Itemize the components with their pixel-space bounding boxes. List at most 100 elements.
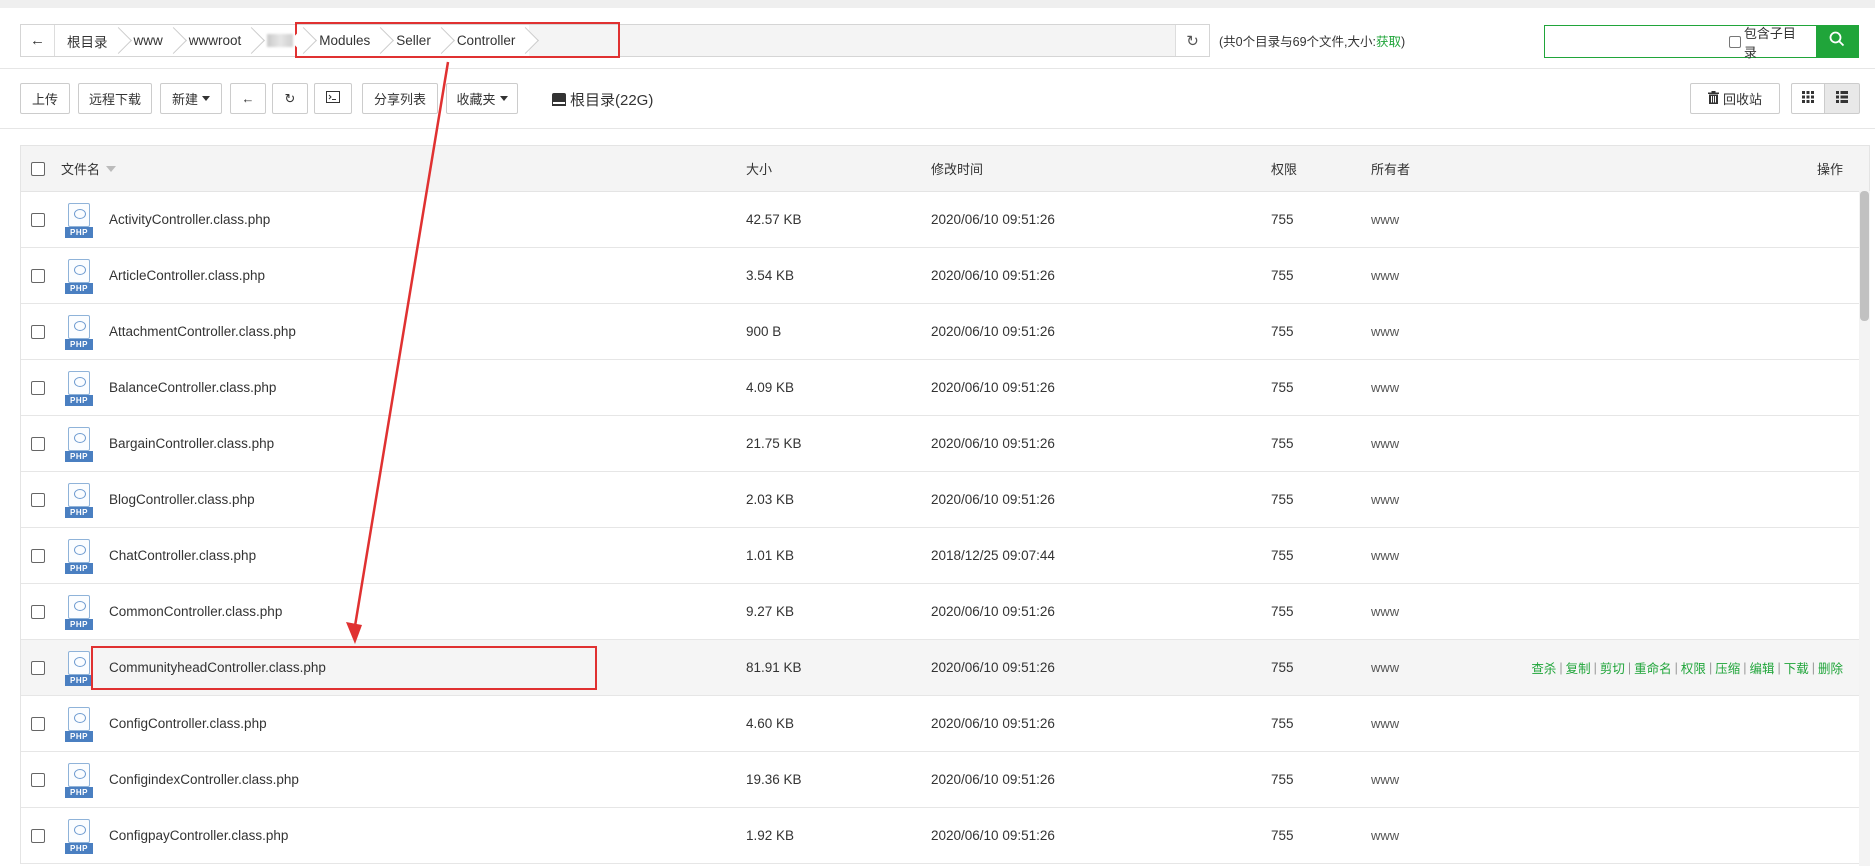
table-row[interactable]: PHP BargainController.class.php 21.75 KB 20… bbox=[21, 416, 1869, 472]
table-row[interactable]: PHP ConfigpayController.class.php 1.92 KB 2… bbox=[21, 808, 1869, 864]
file-name[interactable]: ConfigpayController.class.php bbox=[109, 808, 288, 863]
refresh-path-icon[interactable]: ↻ bbox=[1175, 25, 1209, 56]
file-modified-time: 2020/06/10 09:51:26 bbox=[931, 604, 1055, 619]
file-permission[interactable]: 755 bbox=[1271, 472, 1294, 527]
terminal-button[interactable] bbox=[314, 83, 352, 114]
file-permission[interactable]: 755 bbox=[1271, 248, 1294, 303]
row-checkbox[interactable] bbox=[31, 772, 45, 787]
file-permission[interactable]: 755 bbox=[1271, 360, 1294, 415]
grid-view-button[interactable] bbox=[1791, 83, 1825, 114]
file-owner: www bbox=[1371, 716, 1400, 731]
row-action-link[interactable]: 重命名 bbox=[1634, 658, 1672, 677]
table-row[interactable]: PHP AttachmentController.class.php 900 B 20… bbox=[21, 304, 1869, 360]
file-permission[interactable]: 755 bbox=[1271, 416, 1294, 471]
file-permission[interactable]: 755 bbox=[1271, 192, 1294, 247]
file-modified-time: 2020/06/10 09:51:26 bbox=[931, 380, 1055, 395]
back-arrow-icon[interactable]: ← bbox=[21, 25, 55, 56]
file-name[interactable]: CommonController.class.php bbox=[109, 584, 282, 639]
file-size: 4.09 KB bbox=[746, 380, 795, 395]
back-button[interactable]: ← bbox=[230, 83, 266, 114]
file-name[interactable]: BlogController.class.php bbox=[109, 472, 255, 527]
row-action-link[interactable]: 剪切 bbox=[1600, 658, 1625, 677]
file-owner: www bbox=[1371, 212, 1400, 227]
row-action-link[interactable]: 权限 bbox=[1681, 658, 1706, 677]
row-checkbox[interactable] bbox=[31, 436, 45, 451]
row-checkbox[interactable] bbox=[31, 828, 45, 843]
breadcrumb-item-wwwroot[interactable]: wwwroot bbox=[176, 25, 256, 56]
upload-button[interactable]: 上传 bbox=[20, 83, 70, 114]
header-permission[interactable]: 权限 bbox=[1271, 146, 1297, 191]
file-name[interactable]: ChatController.class.php bbox=[109, 528, 256, 583]
breadcrumb-item-root[interactable]: 根目录 bbox=[55, 25, 122, 56]
new-dropdown-button[interactable]: 新建 bbox=[160, 83, 222, 114]
row-action-link[interactable]: 删除 bbox=[1818, 658, 1843, 677]
address-input-area[interactable] bbox=[529, 25, 1175, 56]
php-file-icon: PHP bbox=[65, 416, 93, 471]
row-action-link[interactable]: 编辑 bbox=[1749, 658, 1774, 677]
file-permission[interactable]: 755 bbox=[1271, 584, 1294, 639]
include-subdir-toggle[interactable]: 包含子目录 bbox=[1729, 23, 1816, 61]
refresh-icon: ↻ bbox=[284, 90, 296, 106]
row-checkbox-cell bbox=[31, 640, 45, 695]
file-name[interactable]: AttachmentController.class.php bbox=[109, 304, 296, 359]
table-row[interactable]: PHP ConfigindexController.class.php 19.36 … bbox=[21, 752, 1869, 808]
row-checkbox[interactable] bbox=[31, 324, 45, 339]
action-separator: | bbox=[1674, 660, 1678, 675]
scrollbar-thumb[interactable] bbox=[1860, 191, 1869, 321]
disk-info[interactable]: 根目录(22G) bbox=[552, 89, 653, 110]
row-checkbox[interactable] bbox=[31, 268, 45, 283]
file-permission[interactable]: 755 bbox=[1271, 696, 1294, 751]
row-action-link[interactable]: 下载 bbox=[1784, 658, 1809, 677]
header-name[interactable]: 文件名 bbox=[61, 146, 117, 191]
table-row[interactable]: PHP ConfigController.class.php 4.60 KB 2020… bbox=[21, 696, 1869, 752]
header-owner[interactable]: 所有者 bbox=[1371, 146, 1410, 191]
row-checkbox[interactable] bbox=[31, 492, 45, 507]
file-modified-time: 2018/12/25 09:07:44 bbox=[931, 548, 1055, 563]
file-name[interactable]: ActivityController.class.php bbox=[109, 192, 270, 247]
file-name[interactable]: ArticleController.class.php bbox=[109, 248, 265, 303]
file-permission[interactable]: 755 bbox=[1271, 304, 1294, 359]
table-row[interactable]: PHP CommonController.class.php 9.27 KB 2020… bbox=[21, 584, 1869, 640]
row-checkbox[interactable] bbox=[31, 660, 45, 675]
recycle-bin-button[interactable]: 回收站 bbox=[1690, 83, 1780, 114]
search-button[interactable] bbox=[1815, 25, 1859, 58]
header-modified[interactable]: 修改时间 bbox=[931, 146, 983, 191]
file-permission[interactable]: 755 bbox=[1271, 528, 1294, 583]
row-checkbox[interactable] bbox=[31, 380, 45, 395]
select-all-checkbox[interactable] bbox=[31, 161, 45, 176]
row-checkbox-cell bbox=[31, 416, 45, 471]
row-checkbox-cell bbox=[31, 304, 45, 359]
row-checkbox[interactable] bbox=[31, 212, 45, 227]
file-name[interactable]: BargainController.class.php bbox=[109, 416, 274, 471]
file-permission[interactable]: 755 bbox=[1271, 640, 1294, 695]
row-checkbox[interactable] bbox=[31, 548, 45, 563]
row-actions: 查杀 | 复制 | 剪切 | 重命名 | 权限 | 压缩 | 编辑 | 下载 | 删除 bbox=[1531, 640, 1843, 695]
row-action-link[interactable]: 压缩 bbox=[1715, 658, 1740, 677]
favorites-dropdown-button[interactable]: 收藏夹 bbox=[446, 83, 518, 114]
remote-download-button[interactable]: 远程下载 bbox=[78, 83, 152, 114]
table-row[interactable]: PHP BlogController.class.php 2.03 KB 2020/0… bbox=[21, 472, 1869, 528]
file-name[interactable]: BalanceController.class.php bbox=[109, 360, 276, 415]
include-subdir-checkbox[interactable] bbox=[1729, 35, 1741, 48]
file-name[interactable]: ConfigController.class.php bbox=[109, 696, 267, 751]
table-row[interactable]: PHP BalanceController.class.php 4.09 KB 202… bbox=[21, 360, 1869, 416]
get-size-link[interactable]: 获取 bbox=[1376, 35, 1401, 49]
table-row[interactable]: PHP ActivityController.class.php 42.57 KB 2… bbox=[21, 192, 1869, 248]
table-row[interactable]: PHP ArticleController.class.php 3.54 KB 202… bbox=[21, 248, 1869, 304]
search-input[interactable] bbox=[1545, 26, 1729, 57]
row-action-link[interactable]: 查杀 bbox=[1531, 658, 1556, 677]
row-checkbox[interactable] bbox=[31, 716, 45, 731]
header-size[interactable]: 大小 bbox=[746, 146, 772, 191]
file-permission[interactable]: 755 bbox=[1271, 808, 1294, 863]
table-row[interactable]: PHP ChatController.class.php 1.01 KB 2018/1… bbox=[21, 528, 1869, 584]
list-view-button[interactable] bbox=[1824, 83, 1860, 114]
row-action-link[interactable]: 复制 bbox=[1566, 658, 1591, 677]
search-icon bbox=[1829, 31, 1845, 52]
action-separator: | bbox=[1708, 660, 1713, 675]
file-permission[interactable]: 755 bbox=[1271, 752, 1294, 807]
row-checkbox[interactable] bbox=[31, 604, 45, 619]
search-box: 包含子目录 bbox=[1544, 23, 1859, 61]
share-list-button[interactable]: 分享列表 bbox=[362, 83, 438, 114]
file-name[interactable]: ConfigindexController.class.php bbox=[109, 752, 299, 807]
refresh-button[interactable]: ↻ bbox=[272, 83, 308, 114]
